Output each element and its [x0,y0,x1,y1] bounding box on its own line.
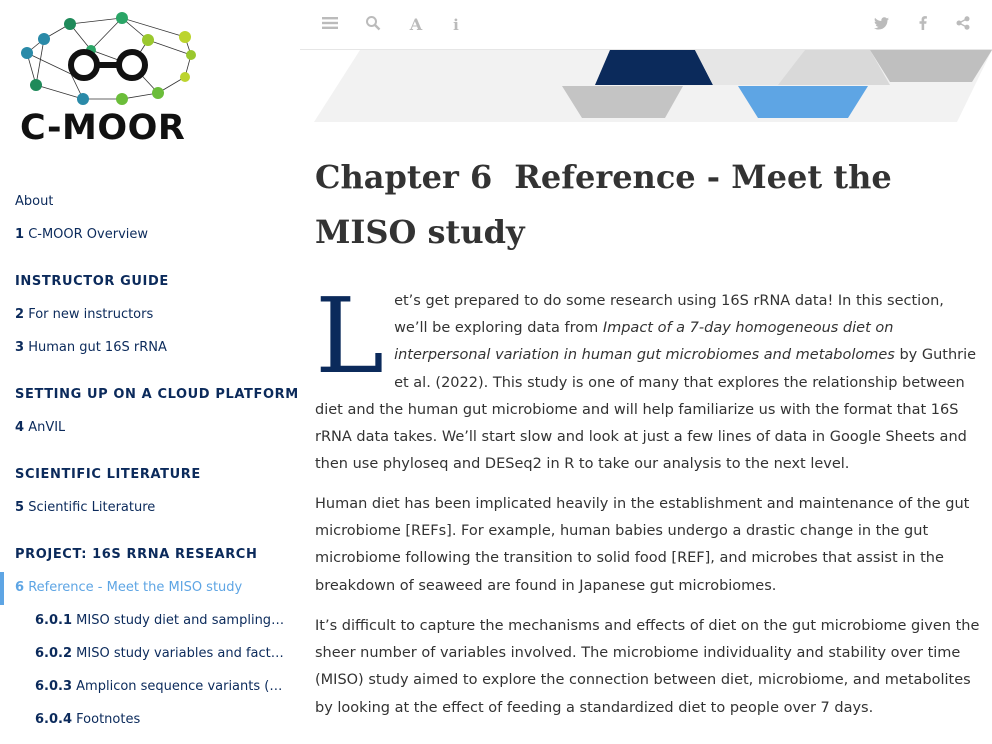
toc-chapter-6-active[interactable]: 6 Reference - Meet the MISO study [15,580,242,595]
toc-num: 6.0.4 [35,712,73,727]
toc-num: 2 [15,307,25,322]
toc-section-6-0-4[interactable]: 6.0.4 Footnotes [35,712,140,727]
toc-num: 6 [15,580,25,595]
sidebar: C-MOOR About 1 C-MOOR Overview Instructo… [0,0,300,744]
book-toolbar: A i [300,0,992,50]
toc-section-project: Project: 16S rRNA Research [15,547,258,562]
chapter-title: Chapter 6 Reference - Meet the MISO study [315,150,980,260]
intro-paragraph: Let’s get prepared to do some research u… [315,275,980,478]
intro-text-b: by Guthrie et al. (2022). This study is … [315,347,977,473]
toc-num: 3 [15,340,25,355]
toc-section-6-0-1[interactable]: 6.0.1 MISO study diet and sampling s… [35,613,285,628]
toc-section-cloud-platform: Setting up on a cloud platform [15,387,299,402]
logo-text: C-MOOR [20,108,186,148]
toc-label: For new instructors [28,307,154,322]
toc-num: 4 [15,420,25,435]
chapter-banner [300,50,992,125]
info-icon[interactable]: i [446,15,466,35]
toc-label: Human gut 16S rRNA [28,340,167,355]
toc-label: AnVIL [28,420,66,435]
toc-label: Amplicon sequence variants (A… [76,679,285,694]
toc-chapter-4[interactable]: 4 AnVIL [15,420,65,435]
toc-num: 1 [15,227,25,242]
toc-label: Reference - Meet the MISO study [28,580,243,595]
diet-paragraph: Human diet has been implicated heavily i… [315,496,970,594]
toc-chapter-3[interactable]: 3 Human gut 16S rRNA [15,340,167,355]
toc-label: Footnotes [76,712,141,727]
toc-num: 6.0.2 [35,646,73,661]
toc-chapter-2[interactable]: 2 For new instructors [15,307,153,322]
toc-num: 6.0.1 [35,613,73,628]
toc-section-instructor-guide: Instructor Guide [15,274,169,289]
toc-section-6-0-3[interactable]: 6.0.3 Amplicon sequence variants (A… [35,679,285,694]
toc-num: 5 [15,500,25,515]
toc-section-scientific-literature: Scientific Literature [15,467,201,482]
toc-num: 6.0.3 [35,679,73,694]
toc-label: MISO study diet and sampling s… [76,613,285,628]
drop-cap: L [315,275,385,397]
toc-about[interactable]: About [15,194,53,209]
chapter-content: Chapter 6 Reference - Meet the MISO study… [315,150,980,716]
toc-label: C-MOOR Overview [28,227,149,242]
facebook-icon[interactable] [913,15,933,35]
toc-chapter-5[interactable]: 5 Scientific Literature [15,500,155,515]
toc-section-6-0-2[interactable]: 6.0.2 MISO study variables and factors [35,646,285,661]
chapter-number: Chapter 6 [315,158,493,196]
toc-chapter-1[interactable]: 1 C-MOOR Overview [15,227,148,242]
miso-paragraph: It’s difficult to capture the mechanisms… [315,618,980,716]
toc-about-label: About [15,194,54,209]
share-icon[interactable] [953,15,973,35]
toc-label: Scientific Literature [28,500,156,515]
twitter-icon[interactable] [871,15,891,35]
toc-label: MISO study variables and factors [76,646,285,661]
font-icon[interactable]: A [406,15,426,35]
c-moor-logo[interactable]: C-MOOR [14,10,209,152]
menu-icon[interactable] [320,15,340,35]
search-icon[interactable] [363,15,383,35]
active-indicator [0,572,4,605]
